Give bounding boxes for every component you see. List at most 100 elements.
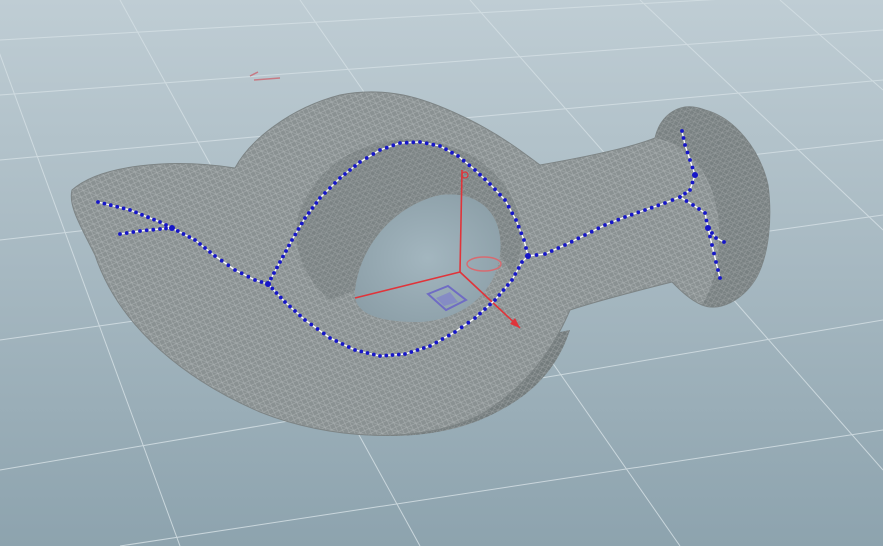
skeleton-point[interactable] <box>506 204 511 209</box>
skeleton-point[interactable] <box>649 205 654 210</box>
skeleton-point[interactable] <box>710 243 714 247</box>
skeleton-point[interactable] <box>616 217 621 222</box>
skeleton-point[interactable] <box>175 229 180 233</box>
skeleton-point[interactable] <box>603 223 607 227</box>
skeleton-point[interactable] <box>534 253 539 257</box>
skeleton-point[interactable] <box>714 260 718 264</box>
skeleton-point[interactable] <box>514 218 518 222</box>
skeleton-point[interactable] <box>198 242 202 246</box>
skeleton-point[interactable] <box>710 231 714 235</box>
skeleton-point[interactable] <box>314 201 319 205</box>
skeleton-point[interactable] <box>272 271 276 275</box>
skeleton-junction[interactable] <box>705 225 711 231</box>
skeleton-point[interactable] <box>343 172 347 176</box>
skeleton-point[interactable] <box>309 322 314 327</box>
skeleton-point[interactable] <box>718 276 722 280</box>
skeleton-point[interactable] <box>488 302 492 307</box>
skeleton-junction[interactable] <box>169 225 175 231</box>
skeleton-point[interactable] <box>434 340 439 345</box>
skeleton-point[interactable] <box>446 333 451 338</box>
skeleton-point[interactable] <box>140 212 144 217</box>
skeleton-point[interactable] <box>690 165 695 170</box>
skeleton-point[interactable] <box>328 336 332 340</box>
skeleton-point[interactable] <box>510 211 515 216</box>
skeleton-point[interactable] <box>278 295 283 300</box>
skeleton-point[interactable] <box>293 232 298 237</box>
skeleton-point[interactable] <box>365 351 370 355</box>
skeleton-point[interactable] <box>522 238 526 242</box>
skeleton-point[interactable] <box>353 348 357 352</box>
skeleton-point[interactable] <box>643 208 647 212</box>
skeleton-point[interactable] <box>371 152 376 156</box>
skeleton-point[interactable] <box>459 325 464 330</box>
skeleton-point[interactable] <box>118 232 122 236</box>
skeleton-point[interactable] <box>461 158 466 163</box>
skeleton-point[interactable] <box>278 260 282 264</box>
skeleton-point[interactable] <box>315 327 320 331</box>
skeleton-point[interactable] <box>467 163 472 168</box>
skeleton-point[interactable] <box>629 212 634 217</box>
skeleton-point[interactable] <box>478 172 482 177</box>
skeleton-point[interactable] <box>424 141 429 146</box>
skeleton-point[interactable] <box>697 207 701 211</box>
skeleton-point[interactable] <box>501 288 506 292</box>
skeleton-point[interactable] <box>274 291 279 295</box>
3d-viewport[interactable] <box>0 0 883 546</box>
skeleton-point[interactable] <box>415 348 420 352</box>
skeleton-point[interactable] <box>96 200 100 204</box>
skeleton-point[interactable] <box>219 258 224 263</box>
skeleton-point[interactable] <box>438 144 442 148</box>
skeleton-point[interactable] <box>164 226 168 231</box>
skeleton-point[interactable] <box>281 254 285 259</box>
skeleton-point[interactable] <box>411 140 416 145</box>
skeleton-point[interactable] <box>340 342 345 346</box>
skeleton-point[interactable] <box>298 313 302 318</box>
skeleton-point[interactable] <box>321 331 326 336</box>
skeleton-point[interactable] <box>563 243 567 247</box>
skeleton-point[interactable] <box>371 352 376 357</box>
skeleton-point[interactable] <box>431 142 436 147</box>
skeleton-point[interactable] <box>505 283 510 287</box>
skeleton-point[interactable] <box>524 246 528 250</box>
skeleton-point[interactable] <box>583 233 587 237</box>
skeleton-point[interactable] <box>108 203 113 208</box>
skeleton-point[interactable] <box>364 156 369 160</box>
skeleton-point[interactable] <box>390 353 395 357</box>
skeleton-point[interactable] <box>488 182 492 186</box>
skeleton-point[interactable] <box>334 339 339 343</box>
skeleton-point[interactable] <box>516 224 521 229</box>
skeleton-point[interactable] <box>453 330 457 334</box>
skeleton-point[interactable] <box>473 316 477 320</box>
skeleton-point[interactable] <box>310 206 315 210</box>
skeleton-point[interactable] <box>403 352 407 356</box>
skeleton-point[interactable] <box>128 208 132 212</box>
skeleton-point[interactable] <box>124 231 129 235</box>
skeleton-point[interactable] <box>193 238 197 242</box>
skeleton-point[interactable] <box>680 129 684 133</box>
skeleton-point[interactable] <box>543 252 547 256</box>
skeleton-point[interactable] <box>409 350 414 354</box>
skeleton-point[interactable] <box>290 238 294 242</box>
skeleton-point[interactable] <box>306 211 311 215</box>
skeleton-point[interactable] <box>353 164 357 168</box>
skeleton-point[interactable] <box>359 349 364 354</box>
skeleton-point[interactable] <box>483 307 487 311</box>
skeleton-point[interactable] <box>318 196 322 200</box>
skeleton-point[interactable] <box>323 191 327 195</box>
skeleton-junction[interactable] <box>265 281 271 287</box>
skeleton-point[interactable] <box>609 220 614 225</box>
skeleton-point[interactable] <box>296 227 301 231</box>
skeleton-point[interactable] <box>483 177 487 182</box>
skeleton-point[interactable] <box>283 300 287 304</box>
skeleton-point[interactable] <box>187 235 192 239</box>
skeleton-point[interactable] <box>239 271 244 276</box>
skeleton-point[interactable] <box>138 229 142 233</box>
skeleton-point[interactable] <box>656 203 661 208</box>
skeleton-point[interactable] <box>333 181 337 185</box>
skeleton-point[interactable] <box>358 160 362 164</box>
skeleton-point[interactable] <box>503 198 507 202</box>
skeleton-point[interactable] <box>520 260 524 264</box>
skeleton-point[interactable] <box>115 204 120 209</box>
skeleton-point[interactable] <box>450 150 454 155</box>
skeleton-point[interactable] <box>596 226 601 231</box>
